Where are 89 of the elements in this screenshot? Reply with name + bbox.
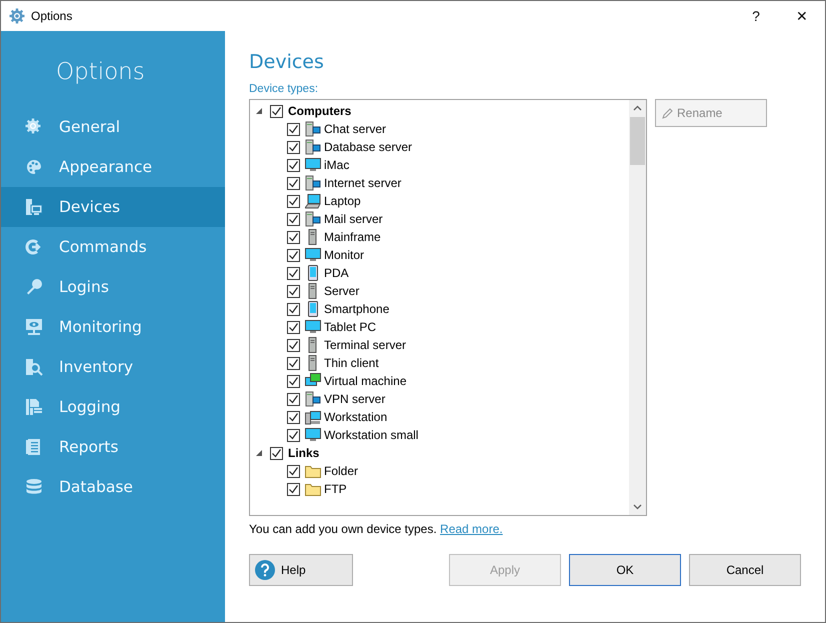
- checkbox[interactable]: [287, 338, 300, 352]
- handheld-device-icon: [305, 301, 321, 317]
- close-button[interactable]: ✕: [779, 8, 825, 24]
- tree-item-label[interactable]: Workstation: [324, 410, 388, 424]
- tree-item-label[interactable]: Chat server: [324, 122, 386, 136]
- checkbox[interactable]: [270, 104, 283, 118]
- tree-item-label[interactable]: Virtual machine: [324, 374, 406, 388]
- hint-text: You can add you own device types. Read more.: [249, 522, 504, 538]
- tree-group-label: Links: [288, 446, 320, 460]
- checkbox[interactable]: [287, 122, 300, 136]
- pencil-icon: [662, 108, 673, 118]
- checkbox[interactable]: [287, 392, 300, 406]
- tree-item-label[interactable]: Workstation small: [324, 428, 418, 442]
- monitor-icon: [305, 427, 321, 443]
- tree-item-label[interactable]: Monitor: [324, 248, 364, 262]
- gear-icon: [9, 8, 25, 24]
- tree-item-label[interactable]: Terminal server: [324, 338, 406, 352]
- tree-item-label[interactable]: Smartphone: [324, 302, 390, 316]
- checkbox[interactable]: [287, 302, 300, 316]
- help-icon: [255, 560, 275, 580]
- read-more-link[interactable]: Read more.: [440, 522, 503, 536]
- monitor-icon: [305, 157, 321, 173]
- tree-item-label[interactable]: Thin client: [324, 356, 379, 370]
- checkbox[interactable]: [287, 374, 300, 388]
- checkbox[interactable]: [270, 446, 283, 460]
- laptop-icon: [305, 193, 321, 209]
- expander-expanded-icon[interactable]: [256, 450, 262, 456]
- handheld-device-icon: [305, 265, 321, 281]
- checkbox[interactable]: [287, 428, 300, 442]
- help-button[interactable]: Help: [249, 554, 353, 586]
- report-icon: [25, 438, 43, 456]
- logging-icon: [25, 398, 43, 416]
- command-icon: [25, 238, 43, 256]
- scrollbar-thumb[interactable]: [630, 117, 645, 165]
- tree-item-label[interactable]: Database server: [324, 140, 412, 154]
- expander-expanded-icon[interactable]: [256, 108, 262, 114]
- tree-item-label[interactable]: Server: [324, 284, 360, 298]
- folder-icon: [305, 481, 321, 497]
- monitor-icon: [305, 319, 321, 335]
- monitor-icon: [305, 247, 321, 263]
- checkbox[interactable]: [287, 284, 300, 298]
- checkbox[interactable]: [287, 248, 300, 262]
- sidebar-item[interactable]: Devices: [1, 187, 225, 227]
- server-icon: [305, 211, 321, 227]
- devices-icon: [25, 198, 43, 216]
- tree-item-label[interactable]: Internet server: [324, 176, 402, 190]
- checkbox[interactable]: [287, 212, 300, 226]
- two-monitors-icon: [305, 373, 321, 389]
- tree-item-label[interactable]: Folder: [324, 464, 358, 478]
- checkbox[interactable]: [287, 158, 300, 172]
- vertical-scrollbar[interactable]: [629, 100, 646, 515]
- tree-item-label[interactable]: PDA: [324, 266, 349, 280]
- page-title: Devices: [249, 51, 325, 75]
- tree-item-label[interactable]: Mail server: [324, 212, 383, 226]
- tree-label: Device types:: [249, 83, 320, 97]
- tree-item-label[interactable]: FTP: [324, 482, 347, 496]
- checkbox[interactable]: [287, 482, 300, 496]
- tree-item-label[interactable]: Laptop: [324, 194, 361, 208]
- checkbox[interactable]: [287, 266, 300, 280]
- checkbox[interactable]: [287, 194, 300, 208]
- checkbox[interactable]: [287, 410, 300, 424]
- checkbox[interactable]: [287, 320, 300, 334]
- tree-group-label: Computers: [288, 104, 352, 118]
- sidebar-heading: Options: [56, 59, 146, 85]
- monitor-icon: [25, 318, 43, 336]
- server-icon: [305, 391, 321, 407]
- checkbox[interactable]: [287, 230, 300, 244]
- gear-icon: [25, 118, 43, 136]
- database-icon: [25, 478, 43, 496]
- folder-icon: [305, 463, 321, 479]
- tree-item-label[interactable]: iMac: [324, 158, 350, 172]
- key-icon: [25, 278, 43, 296]
- server-icon: [305, 139, 321, 155]
- server-icon: [305, 175, 321, 191]
- desktop-computer-icon: [305, 409, 321, 425]
- tree-item-label[interactable]: Mainframe: [324, 230, 381, 244]
- dialog-button[interactable]: Cancel: [689, 554, 801, 586]
- server-icon: [305, 121, 321, 137]
- inventory-icon: [25, 358, 43, 376]
- checkbox[interactable]: [287, 464, 300, 478]
- checkbox[interactable]: [287, 140, 300, 154]
- window-title: Options: [31, 9, 74, 23]
- tree-item-label[interactable]: VPN server: [324, 392, 386, 406]
- palette-icon: [25, 158, 43, 176]
- checkbox[interactable]: [287, 176, 300, 190]
- help-button[interactable]: ?: [733, 8, 779, 24]
- checkbox[interactable]: [287, 356, 300, 370]
- tree-item-label[interactable]: Tablet PC: [324, 320, 376, 334]
- dialog-button[interactable]: OK: [569, 554, 681, 586]
